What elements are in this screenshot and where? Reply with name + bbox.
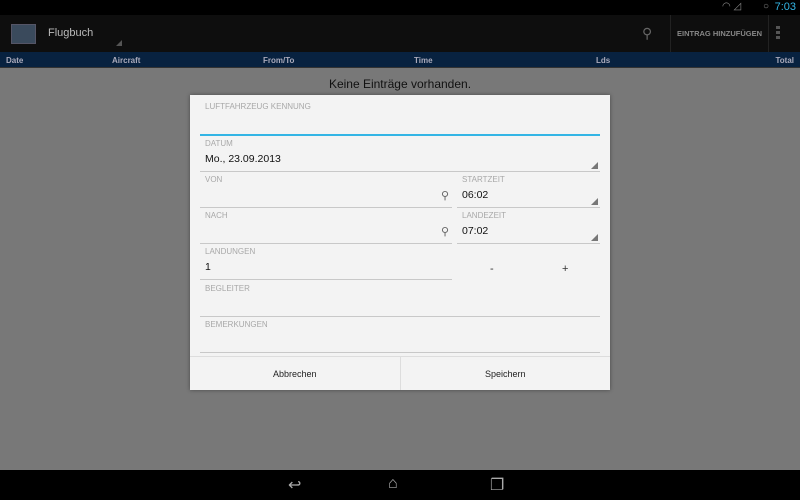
col-from-to: From/To bbox=[263, 56, 295, 65]
dropdown-icon bbox=[591, 162, 598, 169]
save-button[interactable]: Speichern bbox=[399, 357, 611, 390]
companion-field[interactable]: BEGLEITER bbox=[200, 282, 600, 317]
spinner-triangle-icon bbox=[116, 40, 122, 46]
add-entry-dialog: LUFTFAHRZEUG KENNUNG DATUM Mo., 23.09.20… bbox=[190, 95, 610, 390]
alarm-icon: ○ bbox=[763, 1, 770, 12]
to-field[interactable]: NACH ⚲ bbox=[200, 209, 452, 244]
back-icon[interactable]: ↩ bbox=[288, 475, 301, 495]
overflow-menu-icon[interactable] bbox=[776, 26, 780, 41]
col-date: Date bbox=[6, 56, 24, 65]
wifi-icon: ◠ ◿ bbox=[722, 1, 742, 12]
col-lds: Lds bbox=[596, 56, 611, 65]
col-aircraft: Aircraft bbox=[112, 56, 141, 65]
from-field[interactable]: VON ⚲ bbox=[200, 173, 452, 208]
search-icon[interactable]: ⚲ bbox=[642, 25, 652, 42]
app-logo-icon[interactable] bbox=[11, 24, 36, 44]
landing-time-field[interactable]: LANDEZEIT 07:02 bbox=[457, 209, 600, 244]
dropdown-icon bbox=[591, 198, 598, 205]
dropdown-icon bbox=[591, 234, 598, 241]
add-entry-button[interactable]: EINTRAG HINZUFÜGEN bbox=[670, 15, 769, 52]
start-time-field[interactable]: STARTZEIT 06:02 bbox=[457, 173, 600, 208]
home-icon[interactable]: ⌂ bbox=[388, 475, 398, 493]
col-time: Time bbox=[414, 56, 433, 65]
recent-apps-icon[interactable]: ❐ bbox=[490, 475, 504, 495]
navigation-bar: ↩ ⌂ ❐ bbox=[0, 470, 800, 500]
clock: 7:03 bbox=[774, 1, 796, 13]
search-icon[interactable]: ⚲ bbox=[441, 225, 449, 238]
cancel-button[interactable]: Abbrechen bbox=[190, 357, 400, 390]
col-total: Total bbox=[775, 56, 794, 65]
status-bar: ◠ ◿ ○ 7:03 bbox=[0, 0, 800, 15]
aircraft-field[interactable]: LUFTFAHRZEUG KENNUNG bbox=[200, 100, 600, 136]
app-title-spinner[interactable]: Flugbuch bbox=[48, 27, 93, 39]
landings-field[interactable]: LANDUNGEN 1 bbox=[200, 245, 452, 280]
remarks-field[interactable]: BEMERKUNGEN bbox=[200, 318, 600, 353]
table-header: Date Aircraft From/To Time Lds Total bbox=[0, 52, 800, 68]
search-icon[interactable]: ⚲ bbox=[441, 189, 449, 202]
date-field[interactable]: DATUM Mo., 23.09.2013 bbox=[200, 137, 600, 172]
decrement-button[interactable]: - bbox=[490, 263, 494, 275]
increment-button[interactable]: + bbox=[562, 263, 568, 275]
empty-message: Keine Einträge vorhanden. bbox=[328, 77, 472, 91]
